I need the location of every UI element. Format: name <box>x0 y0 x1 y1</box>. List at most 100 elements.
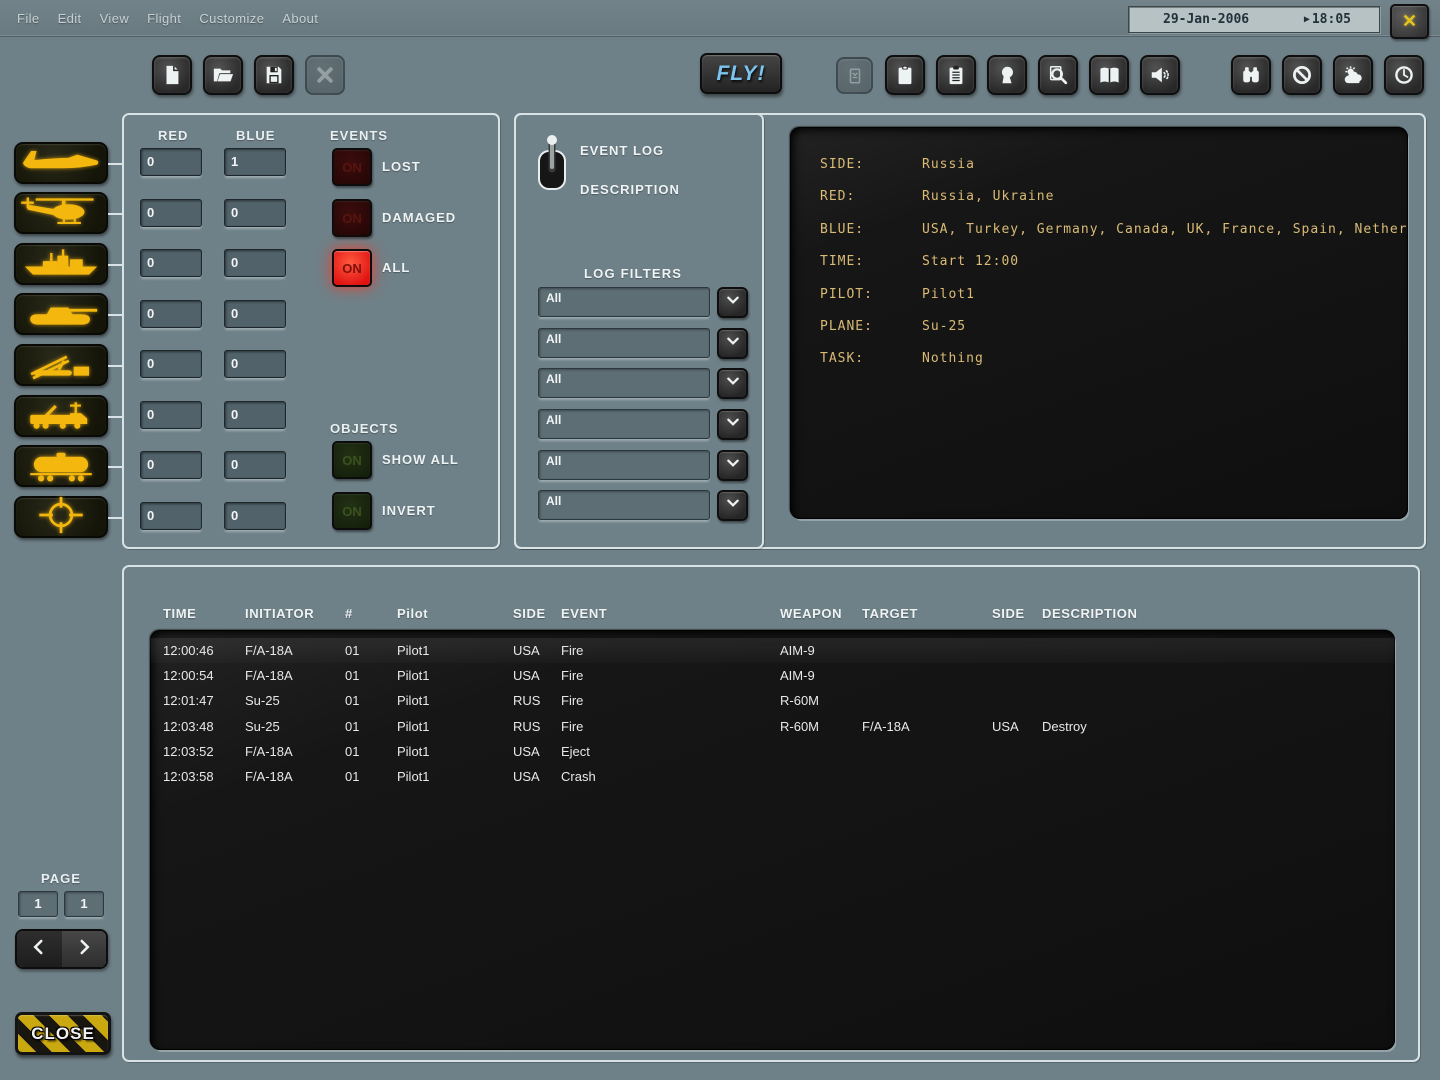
table-row[interactable]: 12:03:48Su-2501Pilot1RUSFireR-60MF/A-18A… <box>150 714 1395 739</box>
log-filter-2-dropdown-button[interactable] <box>717 368 748 399</box>
menu-flight[interactable]: Flight <box>138 11 190 26</box>
chevron-down-icon <box>725 373 741 394</box>
log-filter-4[interactable]: All <box>538 450 710 480</box>
clock-button[interactable] <box>1384 55 1424 95</box>
page-current: 1 <box>18 891 58 917</box>
blue-count-1: 0 <box>224 199 286 227</box>
sidebar-item-helicopter[interactable] <box>14 192 108 234</box>
close-x-icon: ✕ <box>1402 11 1417 32</box>
fly-button[interactable]: FLY! <box>700 53 782 94</box>
restrict-button[interactable] <box>1282 55 1322 95</box>
inspect-button[interactable] <box>1038 55 1078 95</box>
save-file-button[interactable] <box>254 55 294 95</box>
toggle-lost[interactable]: ON <box>332 148 372 186</box>
cell: 01 <box>345 769 397 784</box>
cell: Eject <box>561 744 780 759</box>
toggle-all-lamp: ON <box>342 261 362 276</box>
sound-button[interactable] <box>1140 55 1180 95</box>
table-row[interactable]: 12:01:47Su-2501Pilot1RUSFireR-60M <box>150 688 1395 713</box>
weather-button[interactable] <box>1333 55 1373 95</box>
info-value: Russia <box>922 157 975 172</box>
log-filter-1[interactable]: All <box>538 328 710 358</box>
info-label: RED: <box>820 189 855 204</box>
toggle-invert[interactable]: ON <box>332 492 372 530</box>
menu-file[interactable]: File <box>8 11 49 26</box>
new-file-icon <box>161 64 183 86</box>
page-label: PAGE <box>41 871 81 886</box>
toolbar-record-group <box>836 57 873 94</box>
table-row[interactable]: 12:00:54F/A-18A01Pilot1USAFireAIM-9 <box>150 663 1395 688</box>
col-pilot: Pilot <box>397 606 513 621</box>
table-row[interactable]: 12:00:46F/A-18A01Pilot1USAFireAIM-9 <box>150 638 1395 663</box>
table-row[interactable]: 12:03:52F/A-18A01Pilot1USAEject <box>150 739 1395 764</box>
sidebar-item-rail-tanker[interactable] <box>14 445 108 487</box>
red-count-7: 0 <box>140 502 202 530</box>
sidebar-item-tank[interactable] <box>14 293 108 335</box>
cell: USA <box>513 668 561 683</box>
log-filter-3-dropdown-button[interactable] <box>717 409 748 440</box>
col-side-2: SIDE <box>992 606 1042 621</box>
close-button[interactable]: CLOSE <box>15 1012 111 1055</box>
pilot-log-button[interactable] <box>987 55 1027 95</box>
sidebar-item-airplane[interactable] <box>14 142 108 184</box>
encyclopedia-button[interactable] <box>1089 55 1129 95</box>
log-filter-4-dropdown-button[interactable] <box>717 450 748 481</box>
event-table-header: TIME INITIATOR # Pilot SIDE EVENT WEAPON… <box>150 599 1395 627</box>
toggle-invert-lamp: ON <box>342 504 362 519</box>
col-side: SIDE <box>513 606 561 621</box>
binoculars-button[interactable] <box>1231 55 1271 95</box>
log-filter-1-dropdown-button[interactable] <box>717 328 748 359</box>
briefing-button[interactable] <box>885 55 925 95</box>
book-icon <box>1098 64 1121 87</box>
table-row[interactable]: 12:03:58F/A-18A01Pilot1USACrash <box>150 764 1395 789</box>
sam-launcher-icon <box>16 344 106 387</box>
menu-customize[interactable]: Customize <box>190 11 273 26</box>
speaker-icon <box>1149 64 1171 86</box>
log-filter-2[interactable]: All <box>538 368 710 398</box>
chevron-right-icon <box>75 938 93 961</box>
info-value: Nothing <box>922 351 984 366</box>
new-file-button[interactable] <box>152 55 192 95</box>
log-filter-0[interactable]: All <box>538 287 710 317</box>
cell: AIM-9 <box>780 643 862 658</box>
window-close-button[interactable]: ✕ <box>1390 4 1429 39</box>
open-file-button[interactable] <box>203 55 243 95</box>
log-filter-5-dropdown-button[interactable] <box>717 490 748 521</box>
mode-option-description[interactable]: DESCRIPTION <box>580 182 680 197</box>
rail-tanker-icon <box>16 445 106 488</box>
clipboard-icon <box>894 64 916 86</box>
toolbar-info-group <box>885 55 1180 95</box>
sidebar-item-radar-vehicle[interactable] <box>14 395 108 437</box>
info-label: BLUE: <box>820 222 864 237</box>
record-button <box>836 57 873 94</box>
mode-option-event-log[interactable]: EVENT LOG <box>580 143 664 158</box>
menu-about[interactable]: About <box>273 11 327 26</box>
menu-view[interactable]: View <box>91 11 139 26</box>
page-next-button[interactable] <box>62 931 107 967</box>
toggle-invert-label: INVERT <box>382 503 436 518</box>
cell: F/A-18A <box>245 643 345 658</box>
toggle-damaged-lamp: ON <box>342 211 362 226</box>
toolbar-view-group <box>1231 55 1424 95</box>
sidebar-item-ship[interactable] <box>14 243 108 285</box>
cell: RUS <box>513 693 561 708</box>
cell: 12:00:46 <box>163 643 245 658</box>
log-filter-3[interactable]: All <box>538 409 710 439</box>
menu-edit[interactable]: Edit <box>49 11 91 26</box>
log-filter-5[interactable]: All <box>538 490 710 520</box>
toggle-all[interactable]: ON <box>332 249 372 287</box>
airplane-icon <box>16 142 106 185</box>
page-prev-button[interactable] <box>17 931 62 967</box>
toggle-show-all[interactable]: ON <box>332 441 372 479</box>
notes-icon <box>945 64 967 86</box>
toggle-damaged[interactable]: ON <box>332 199 372 237</box>
sidebar-item-crosshair[interactable] <box>14 496 108 538</box>
debriefing-button[interactable] <box>936 55 976 95</box>
cell: Pilot1 <box>397 668 513 683</box>
chevron-down-icon <box>725 333 741 354</box>
sidebar-item-sam-launcher[interactable] <box>14 344 108 386</box>
cell: 01 <box>345 693 397 708</box>
objects-section-title: OBJECTS <box>330 421 398 436</box>
log-mode-switch[interactable] <box>534 131 570 198</box>
log-filter-0-dropdown-button[interactable] <box>717 287 748 318</box>
